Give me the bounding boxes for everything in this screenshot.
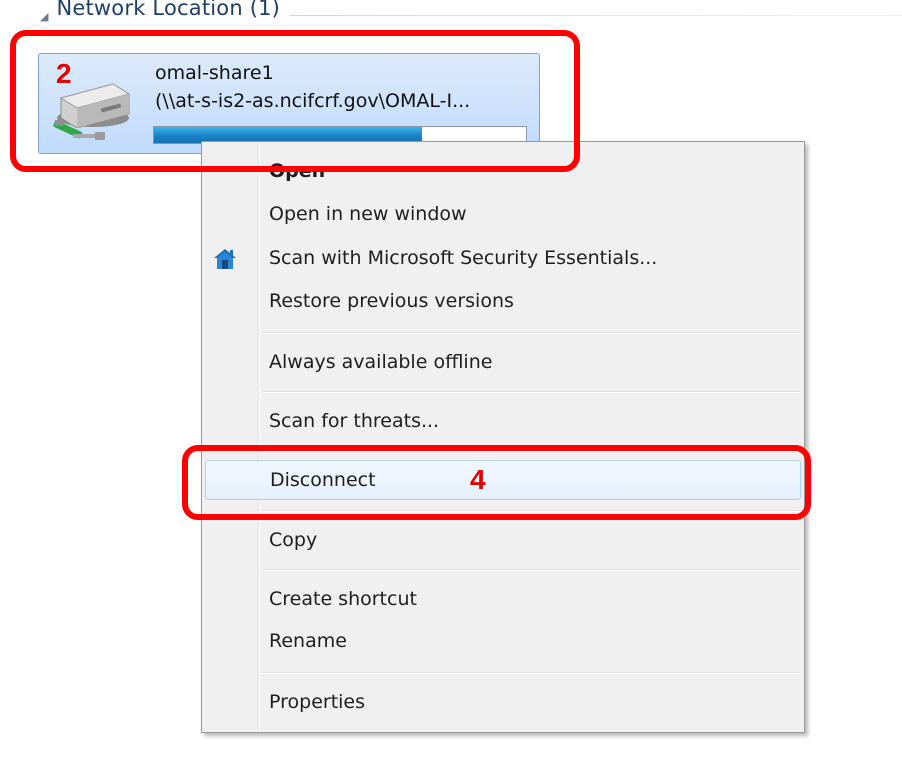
menu-separator [262, 672, 800, 674]
menu-item-label: Always available offline [269, 351, 493, 373]
menu-item-properties[interactable]: Properties [205, 682, 801, 722]
collapse-triangle-icon[interactable]: ◢ [40, 10, 48, 23]
context-menu: Open Open in new window Scan with Micros… [201, 141, 805, 733]
menu-item-open-in-new-window[interactable]: Open in new window [205, 194, 801, 234]
security-essentials-icon [214, 249, 236, 269]
annotation-step-4: 4 [470, 464, 486, 495]
menu-item-rename[interactable]: Rename [205, 621, 801, 661]
menu-item-scan-security-essentials[interactable]: Scan with Microsoft Security Essentials.… [205, 238, 801, 278]
annotation-step-2: 2 [56, 58, 72, 89]
network-location-group-header[interactable]: ◢ Network Location (1) [40, 0, 902, 27]
annotation-box-disconnect [182, 445, 811, 520]
menu-item-copy[interactable]: Copy [205, 520, 801, 560]
menu-separator [262, 569, 800, 571]
menu-item-label: Properties [269, 691, 366, 713]
menu-separator [262, 332, 800, 334]
menu-item-label: Restore previous versions [269, 290, 514, 312]
menu-separator [262, 391, 800, 393]
group-divider [290, 14, 902, 16]
group-title: Network Location (1) [56, 0, 281, 20]
menu-item-label: Rename [269, 630, 347, 652]
menu-item-label: Copy [269, 529, 318, 551]
menu-item-label: Open in new window [269, 203, 467, 225]
menu-item-restore-previous-versions[interactable]: Restore previous versions [205, 281, 801, 321]
menu-item-create-shortcut[interactable]: Create shortcut [205, 579, 801, 619]
menu-item-label: Scan for threats... [269, 410, 440, 432]
menu-item-scan-for-threats[interactable]: Scan for threats... [205, 401, 801, 441]
menu-item-always-available-offline[interactable]: Always available offline [205, 342, 801, 382]
annotation-box-drive [10, 30, 580, 172]
menu-item-label: Create shortcut [269, 588, 417, 610]
menu-item-label: Scan with Microsoft Security Essentials.… [269, 247, 658, 269]
